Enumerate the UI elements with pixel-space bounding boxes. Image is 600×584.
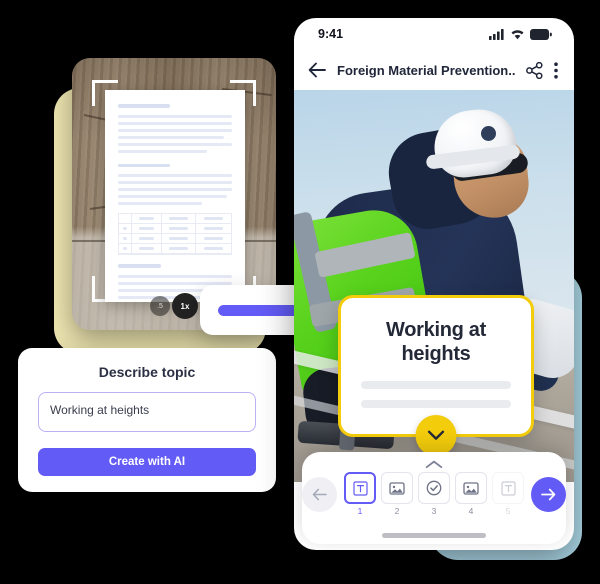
slide-thumbnail-button[interactable] [381, 472, 413, 504]
arrow-right-icon [541, 488, 556, 500]
slide-thumbnails: 1 2 3 4 5 [344, 472, 524, 516]
scanned-document-page [105, 90, 245, 302]
chevron-up-icon [425, 460, 443, 468]
describe-topic-card: Describe topic Create with AI [18, 348, 276, 492]
chevron-down-icon [427, 430, 445, 440]
status-bar: 9:41 [294, 18, 574, 50]
phone-mockup: 9:41 Foreign Material Prevention... Work… [294, 18, 574, 550]
topic-input[interactable] [38, 392, 256, 432]
more-vertical-icon[interactable] [554, 61, 558, 79]
app-bar-title: Foreign Material Prevention... [337, 62, 515, 78]
text-slide-icon [500, 480, 516, 496]
slide-thumbnail-button[interactable] [455, 472, 487, 504]
slide-navigator: 1 2 3 4 5 [302, 472, 566, 516]
slide-thumbnail-2[interactable]: 2 [381, 472, 413, 516]
slide-number: 1 [357, 506, 363, 516]
zoom-level-label: .5 [157, 302, 163, 310]
home-indicator [382, 533, 486, 538]
text-slide-icon [352, 480, 368, 496]
image-slide-icon [389, 481, 405, 495]
status-time: 9:41 [318, 27, 344, 41]
slide-thumbnail-3[interactable]: 3 [418, 472, 450, 516]
slide-number: 5 [505, 506, 511, 516]
status-icons [489, 28, 552, 40]
document-placeholder-table [118, 213, 232, 255]
slide-title: Working at heights [386, 319, 486, 366]
zoom-level-0[interactable]: .5 [150, 296, 170, 316]
slide-title-card: Working at heights [338, 295, 534, 456]
previous-slide-button[interactable] [302, 476, 337, 512]
slide-number: 2 [394, 506, 400, 516]
arrow-left-icon[interactable] [308, 62, 326, 78]
camera-zoom-controls[interactable]: .5 1x [150, 293, 198, 319]
arrow-left-icon [312, 488, 327, 500]
app-bar: Foreign Material Prevention... [294, 50, 574, 90]
slide-thumbnail-1[interactable]: 1 [344, 472, 376, 516]
zoom-level-label: 1x [180, 301, 190, 311]
slide-photo: Working at heights [294, 90, 574, 482]
next-slide-button[interactable] [531, 476, 566, 512]
wifi-icon [511, 29, 524, 39]
expand-slide-button[interactable] [415, 415, 457, 456]
slide-thumbnail-button[interactable] [344, 472, 376, 504]
share-icon[interactable] [526, 61, 543, 79]
slide-thumbnail-button[interactable] [418, 472, 450, 504]
slide-thumbnail-4[interactable]: 4 [455, 472, 487, 516]
slide-thumbnail-button[interactable] [492, 472, 524, 504]
create-with-ai-button[interactable]: Create with AI [38, 448, 256, 476]
check-slide-icon [426, 480, 442, 496]
image-slide-icon [463, 481, 479, 495]
slide-number: 4 [468, 506, 474, 516]
describe-topic-title: Describe topic [98, 364, 196, 380]
helmet-vent [481, 126, 496, 141]
signal-icon [489, 28, 504, 40]
slide-thumbnail-5[interactable]: 5 [492, 472, 524, 516]
slide-number: 3 [431, 506, 437, 516]
screenshot-stage: .5 1x Describe topic Create with AI 9:41 [0, 0, 600, 584]
slide-toolbar-sheet: 1 2 3 4 5 [302, 452, 566, 544]
sheet-collapse-handle[interactable] [302, 457, 566, 471]
battery-icon [530, 28, 552, 40]
zoom-level-1[interactable]: 1x [172, 293, 198, 319]
